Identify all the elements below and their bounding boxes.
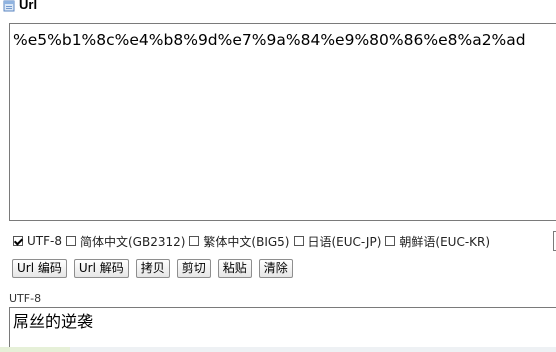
checkbox-icon[interactable] — [293, 236, 304, 246]
charset-label: UTF-8 — [27, 234, 62, 248]
header: Url — [0, 0, 556, 14]
url-encode-button[interactable]: Url 编码 — [12, 258, 67, 278]
clear-button[interactable]: 清除 — [258, 258, 293, 278]
paste-button[interactable]: 粘贴 — [217, 258, 252, 278]
charset-options: UTF-8 简体中文(GB2312) 繁体中文(BIG5) 日语(EUC-JP)… — [13, 232, 556, 250]
checkbox-icon[interactable] — [13, 236, 23, 246]
checkbox-icon[interactable] — [385, 236, 396, 246]
charset-option-big5[interactable]: 繁体中文(BIG5) — [189, 233, 290, 250]
charset-label: 日语(EUC-JP) — [307, 234, 382, 249]
page-title: Url — [19, 0, 38, 12]
action-buttons: Url 编码 Url 解码 拷贝 剪切 粘贴 清除 — [12, 258, 300, 278]
bottom-strip — [0, 347, 556, 352]
bottom-strip-accent — [0, 347, 70, 352]
url-decode-button[interactable]: Url 解码 — [73, 258, 129, 278]
url-tool: Url %e5%b1%8c%e4%b8%9d%e7%9a%84%e9%80%86… — [0, 0, 556, 352]
charset-option-euc-jp[interactable]: 日语(EUC-JP) — [293, 233, 382, 250]
encoded-output-textarea[interactable]: %e5%b1%8c%e4%b8%9d%e7%9a%84%e9%80%86%e8%… — [9, 23, 556, 221]
document-icon — [3, 0, 15, 12]
charset-option-gb2312[interactable]: 简体中文(GB2312) — [65, 233, 186, 250]
charset-option-euc-kr[interactable]: 朝鲜语(EUC-KR) — [385, 233, 490, 250]
checkbox-icon[interactable] — [65, 236, 76, 246]
source-text-input[interactable]: 屌丝的逆袭 — [9, 307, 556, 347]
charset-option-utf8[interactable]: UTF-8 — [13, 234, 62, 248]
charset-label: 繁体中文(BIG5) — [203, 234, 290, 249]
copy-button[interactable]: 拷贝 — [135, 258, 170, 278]
charset-label: 简体中文(GB2312) — [79, 234, 186, 249]
checkbox-icon[interactable] — [189, 236, 200, 246]
input-charset-label: UTF-8 — [9, 292, 42, 305]
charset-label: 朝鲜语(EUC-KR) — [399, 234, 491, 249]
cut-button[interactable]: 剪切 — [176, 258, 211, 278]
